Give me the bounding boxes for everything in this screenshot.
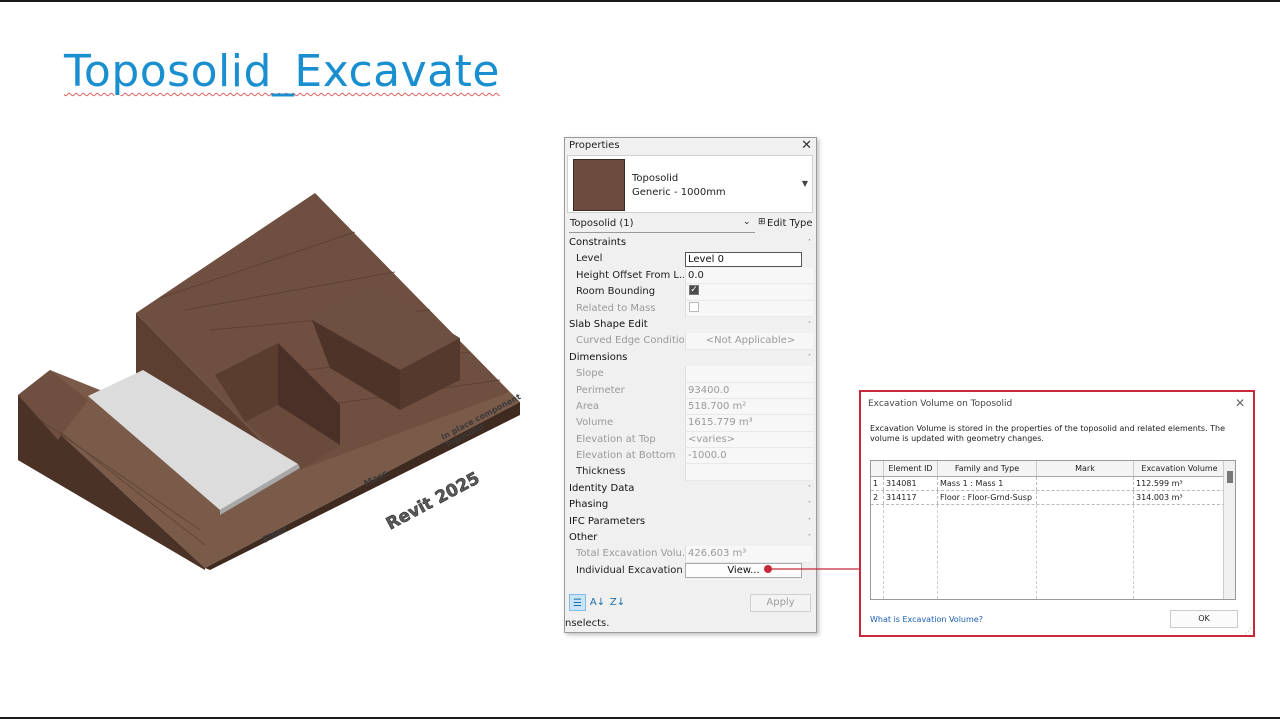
empty-grid-lines [871, 505, 1225, 599]
property-row: Curved Edge Condition <Not Applicable> [567, 333, 813, 350]
category-identity-data[interactable]: Identity Data ˅ [567, 480, 813, 498]
height-offset-field[interactable]: 0.0 [685, 267, 813, 285]
excavation-table: Element ID Family and Type Mark Excavati… [870, 460, 1236, 600]
status-text: nselects. [565, 618, 610, 629]
help-link[interactable]: What is Excavation Volume? [870, 615, 983, 624]
instance-filter-row: Toposolid (1) ⌄ ⊞ Edit Type [567, 216, 813, 234]
property-row: Elevation at Top <varies> [567, 431, 813, 449]
instance-filter[interactable]: Toposolid (1) [570, 218, 634, 229]
dialog-title: Excavation Volume on Toposolid [868, 399, 1013, 409]
property-row: Room Bounding ✓ [567, 284, 813, 301]
frame-top-line [0, 0, 1280, 2]
revit-label: Revit 2025 [383, 468, 483, 534]
slide-title: Toposolid_Excavate [64, 46, 500, 97]
table-row[interactable]: 1 314081 Mass 1 : Mass 1 112.599 m³ [871, 477, 1225, 491]
callout-connector [764, 565, 861, 573]
close-icon[interactable]: ✕ [1235, 396, 1245, 410]
category-phasing[interactable]: Phasing ˅ [567, 497, 813, 514]
close-icon[interactable]: ✕ [801, 138, 812, 153]
property-row: Level Level 0 [567, 251, 813, 268]
category-ifc-parameters[interactable]: IFC Parameters ˅ [567, 513, 813, 531]
scrollbar-thumb[interactable] [1227, 471, 1233, 483]
chevron-down-icon[interactable]: ▼ [802, 179, 808, 188]
category-slab-shape-edit[interactable]: Slab Shape Edit ˄ [567, 316, 813, 334]
expand-icon: ˅ [808, 484, 811, 492]
categorized-sort-icon[interactable]: ☰ [569, 594, 586, 611]
column-header[interactable]: Element ID [883, 461, 937, 476]
category-dimensions[interactable]: Dimensions ˄ [567, 349, 813, 367]
table-row[interactable]: 2 314117 Floor : Floor-Grnd-Susp 314.003… [871, 491, 1225, 505]
properties-title: Properties [569, 140, 620, 151]
level-field[interactable]: Level 0 [685, 251, 802, 267]
property-row: Thickness [567, 464, 813, 481]
toposolid-model-image: Floor Mass In place component Toposolid … [18, 193, 522, 570]
room-bounding-checkbox[interactable]: ✓ [689, 285, 699, 296]
curved-edge-field: <Not Applicable> [685, 333, 813, 350]
property-row: Total Excavation Volu... 426.603 m³ [567, 546, 813, 563]
type-subname: Generic - 1000mm [632, 187, 726, 198]
row-number-header [871, 461, 883, 476]
column-header[interactable]: Family and Type [937, 461, 1036, 476]
resize-grip-icon[interactable]: ⋰ [1245, 627, 1252, 635]
type-selector[interactable]: Toposolid Generic - 1000mm ▼ [567, 155, 813, 213]
table-scrollbar[interactable] [1223, 461, 1235, 599]
table-header: Element ID Family and Type Mark Excavati… [871, 461, 1225, 477]
properties-toolbar: ☰ A↓ Z↓ Apply [567, 592, 815, 616]
property-row: Related to Mass [567, 300, 813, 317]
properties-palette: Properties ✕ Toposolid Generic - 1000mm … [564, 137, 817, 633]
expand-icon: ˅ [808, 517, 811, 525]
frame-bottom-line [0, 717, 1280, 719]
type-swatch-icon [573, 159, 625, 211]
apply-button[interactable]: Apply [750, 594, 811, 612]
property-row: Elevation at Bottom -1000.0 [567, 448, 813, 465]
type-name: Toposolid [632, 173, 679, 184]
sort-ascending-icon[interactable]: A↓ [589, 594, 606, 611]
collapse-icon: ˄ [808, 534, 811, 542]
column-header[interactable]: Mark [1036, 461, 1133, 476]
dialog-description: Excavation Volume is stored in the prope… [870, 424, 1226, 443]
instance-filter-underline [569, 232, 755, 233]
chevron-down-icon[interactable]: ⌄ [743, 217, 751, 227]
property-row: Perimeter 93400.0 [567, 382, 813, 399]
collapse-icon: ˄ [808, 320, 811, 328]
property-row: Area 518.700 m² [567, 398, 813, 416]
column-header[interactable]: Excavation Volume [1133, 461, 1225, 476]
category-constraints[interactable]: Constraints ˄ [567, 235, 813, 252]
ok-button[interactable]: OK [1170, 610, 1238, 628]
expand-icon: ˅ [808, 501, 811, 509]
collapse-icon: ˄ [808, 353, 811, 361]
related-to-mass-checkbox [689, 301, 699, 312]
property-row: Volume 1615.779 m³ [567, 415, 813, 432]
property-row: Height Offset From L... 0.0 [567, 267, 813, 285]
property-row: Slope [567, 366, 813, 383]
category-other[interactable]: Other ˄ [567, 530, 813, 547]
properties-header: Properties ✕ [565, 138, 816, 154]
property-grid: Constraints ˄ Level Level 0 Height Offset… [567, 235, 813, 580]
edit-type-button[interactable]: Edit Type [767, 218, 813, 229]
excavation-volume-dialog: Excavation Volume on Toposolid ✕ Excavat… [859, 390, 1255, 637]
collapse-icon: ˄ [808, 239, 811, 246]
edit-type-icon[interactable]: ⊞ [758, 217, 766, 227]
sort-descending-icon[interactable]: Z↓ [609, 594, 626, 611]
